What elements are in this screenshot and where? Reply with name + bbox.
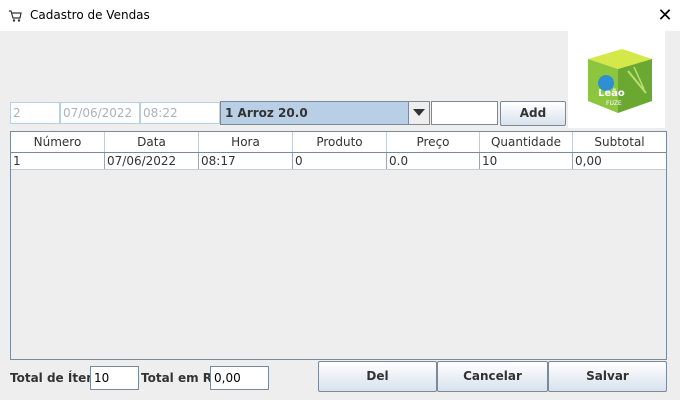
sales-table[interactable]: Número Data Hora Produto Preço Quantidad…: [10, 131, 667, 360]
col-header[interactable]: Subtotal: [573, 132, 666, 152]
table-cell: 08:17: [199, 153, 293, 169]
add-button[interactable]: Add: [500, 101, 566, 126]
table-cell: 0,00: [575, 154, 602, 168]
window-title: Cadastro de Vendas: [30, 8, 150, 22]
data-field[interactable]: 07/06/2022: [60, 102, 140, 124]
produto-selected-value: 1 Arroz 20.0: [225, 106, 308, 120]
table-row[interactable]: 1 07/06/2022 08:17 0 0.0 10 0,00: [11, 153, 666, 170]
salvar-button[interactable]: Salvar: [548, 361, 667, 392]
close-icon[interactable]: ✕: [650, 2, 680, 29]
table-cell: 0: [293, 153, 387, 169]
cart-icon: [8, 9, 22, 23]
col-header[interactable]: Hora: [199, 132, 293, 152]
numero-field[interactable]: 2: [10, 102, 60, 124]
col-header[interactable]: Preço: [387, 132, 480, 152]
table-cell: 0.0: [387, 153, 480, 169]
dropdown-arrow[interactable]: [408, 102, 429, 124]
chevron-down-icon: [413, 109, 425, 116]
cancelar-button[interactable]: Cancelar: [437, 361, 548, 392]
table-cell: 07/06/2022: [105, 153, 199, 169]
table-cell: 10: [480, 153, 573, 169]
table-cell: 1: [11, 153, 105, 169]
title-bar: Cadastro de Vendas ✕: [0, 0, 680, 31]
total-rs-field[interactable]: 0,00: [210, 366, 269, 390]
del-button[interactable]: Del: [318, 361, 437, 392]
brand-subtext: FUZE: [606, 100, 622, 107]
hora-field[interactable]: 08:22: [140, 102, 220, 124]
produto-select[interactable]: 1 Arroz 20.0: [220, 101, 430, 125]
brand-logo: Leão: [598, 88, 625, 99]
table-header: Número Data Hora Produto Preço Quantidad…: [11, 132, 666, 153]
total-itens-field[interactable]: 10: [90, 366, 139, 390]
col-header[interactable]: Número: [11, 132, 105, 152]
col-header[interactable]: Produto: [293, 132, 387, 152]
col-header[interactable]: Data: [105, 132, 199, 152]
col-header[interactable]: Quantidade: [480, 132, 573, 152]
product-image: Leão FUZE: [568, 31, 665, 128]
quantidade-input[interactable]: [431, 101, 498, 125]
